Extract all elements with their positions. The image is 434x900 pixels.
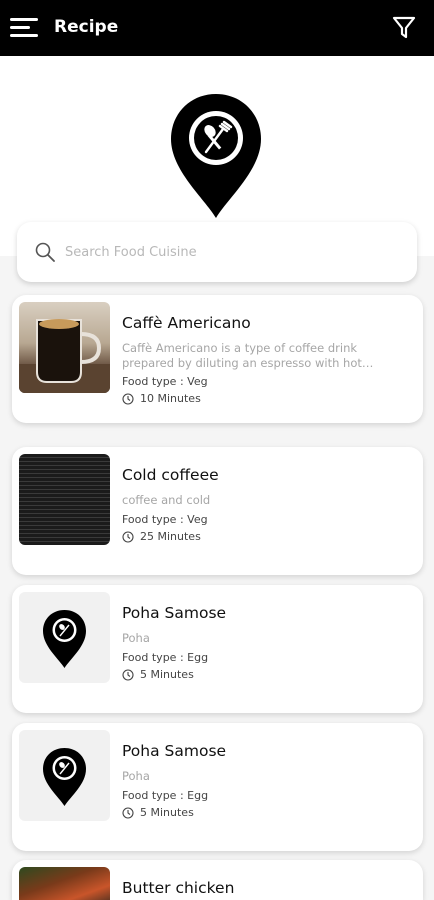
recipe-time: 5 Minutes xyxy=(122,806,194,819)
recipe-food-type: Food type : Egg xyxy=(122,789,209,802)
recipe-card[interactable]: Poha Samose Poha Food type : Egg 5 Minut… xyxy=(12,723,423,851)
recipe-title: Cold coffeee xyxy=(122,466,219,484)
recipe-description: Poha xyxy=(122,769,150,783)
search-bar xyxy=(17,222,417,282)
search-input[interactable] xyxy=(65,240,395,264)
placeholder-logo xyxy=(19,730,110,821)
search-icon xyxy=(35,242,55,262)
recipe-time: 10 Minutes xyxy=(122,392,201,405)
recipe-description: Poha xyxy=(122,631,150,645)
app-bar: Recipe xyxy=(0,0,434,56)
filter-funnel-icon xyxy=(392,16,416,39)
recipe-card[interactable]: Poha Samose Poha Food type : Egg 5 Minut… xyxy=(12,585,423,713)
location-pin-fork-spoon-icon xyxy=(171,94,261,218)
recipe-food-type: Food type : Veg xyxy=(122,513,208,526)
placeholder-logo xyxy=(19,592,110,683)
recipe-card[interactable]: Butter chicken xyxy=(12,860,423,900)
butter-chicken-photo xyxy=(19,867,110,900)
recipe-title: Butter chicken xyxy=(122,879,235,897)
recipe-card[interactable]: Cold coffeee coffee and cold Food type :… xyxy=(12,447,423,575)
recipe-food-type: Food type : Egg xyxy=(122,651,209,664)
filter-button[interactable] xyxy=(392,15,416,41)
recipe-food-type: Food type : Veg xyxy=(122,375,208,388)
recipe-description: Caffè Americano is a type of coffee drin… xyxy=(122,341,374,370)
clock-icon xyxy=(122,806,134,819)
dark-screenshot-image xyxy=(19,454,110,545)
clock-icon xyxy=(122,668,134,681)
app-title: Recipe xyxy=(54,17,119,37)
clock-icon xyxy=(122,530,134,543)
recipe-time: 25 Minutes xyxy=(122,530,201,543)
coffee-cup-photo xyxy=(19,302,110,393)
clock-icon xyxy=(122,392,134,405)
recipe-time: 5 Minutes xyxy=(122,668,194,681)
recipe-title: Poha Samose xyxy=(122,742,227,760)
hamburger-menu-icon xyxy=(10,18,38,21)
recipe-card[interactable]: Caffè Americano Caffè Americano is a typ… xyxy=(12,295,423,423)
recipe-title: Caffè Americano xyxy=(122,314,251,332)
recipe-description: coffee and cold xyxy=(122,493,211,507)
recipe-title: Poha Samose xyxy=(122,604,227,622)
menu-button[interactable] xyxy=(10,14,40,42)
